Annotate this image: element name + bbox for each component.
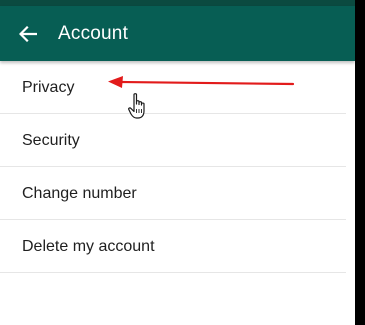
menu-item-label: Privacy bbox=[22, 78, 75, 96]
screen-edge bbox=[355, 0, 365, 325]
menu-item-privacy[interactable]: Privacy bbox=[0, 61, 355, 114]
app-bar: Account bbox=[0, 6, 355, 61]
arrow-left-icon[interactable] bbox=[0, 6, 56, 61]
page-title: Account bbox=[58, 22, 129, 44]
menu-item-security[interactable]: Security bbox=[0, 114, 355, 167]
menu-item-label: Delete my account bbox=[22, 237, 155, 255]
menu-item-delete-account[interactable]: Delete my account bbox=[0, 220, 355, 273]
menu-item-label: Security bbox=[22, 131, 80, 149]
account-settings-screen: Account Privacy Security Change number D… bbox=[0, 0, 365, 325]
menu-item-change-number[interactable]: Change number bbox=[0, 167, 355, 220]
account-menu-list: Privacy Security Change number Delete my… bbox=[0, 61, 355, 273]
menu-item-label: Change number bbox=[22, 184, 137, 202]
